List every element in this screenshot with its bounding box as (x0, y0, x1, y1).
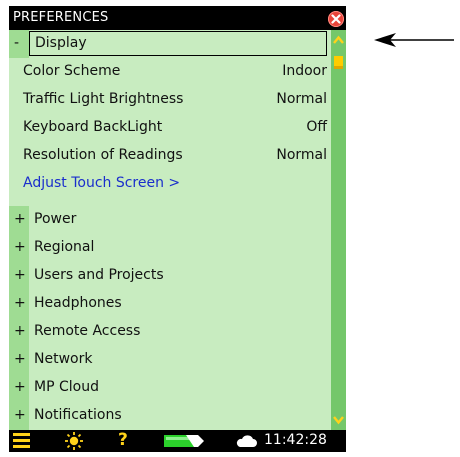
setting-label: Keyboard BackLight (23, 119, 163, 135)
callout-arrow (374, 33, 454, 47)
expand-toggle[interactable]: + (14, 267, 26, 283)
expand-toggle[interactable]: + (14, 351, 26, 367)
setting-label: Traffic Light Brightness (23, 91, 184, 107)
close-icon (331, 14, 341, 24)
setting-keyboard-backlight[interactable]: Keyboard BackLight Off (9, 114, 331, 142)
group-notifications[interactable]: + Notifications (9, 402, 331, 430)
setting-value: Normal (276, 91, 327, 107)
group-label-cloud: MP Cloud (34, 379, 99, 395)
menu-icon[interactable] (13, 433, 30, 449)
setting-value: Indoor (282, 63, 327, 79)
group-label-remote: Remote Access (34, 323, 141, 339)
brightness-icon[interactable] (64, 431, 84, 451)
group-users-and-projects[interactable]: + Users and Projects (9, 262, 331, 290)
scroll-thumb[interactable] (334, 56, 343, 69)
group-toggle-column: + (9, 262, 29, 290)
group-network[interactable]: + Network (9, 346, 331, 374)
group-toggle-column: + (9, 374, 29, 402)
vertical-scrollbar[interactable] (331, 30, 346, 430)
setting-label: Resolution of Readings (23, 147, 183, 163)
group-toggle-column: + (9, 206, 29, 234)
link-label: Adjust Touch Screen > (23, 175, 181, 191)
group-toggle-column: + (9, 402, 29, 430)
title-bar: PREFERENCES (9, 6, 346, 30)
expand-toggle[interactable]: + (14, 379, 26, 395)
group-toggle-column: + (9, 346, 29, 374)
group-label-notifications: Notifications (34, 407, 122, 423)
preferences-list: - Display Color Scheme Indoor Traffic Li… (9, 30, 331, 430)
group-display[interactable]: - Display (9, 30, 331, 58)
scroll-up-icon[interactable] (332, 34, 345, 46)
status-bar: ? 11:42:28 (9, 430, 346, 452)
group-headphones[interactable]: + Headphones (9, 290, 331, 318)
expand-toggle[interactable]: + (14, 239, 26, 255)
setting-value: Normal (276, 147, 327, 163)
clock: 11:42:28 (264, 432, 327, 448)
expand-toggle[interactable]: + (14, 211, 26, 227)
group-toggle-column: - (9, 30, 29, 58)
group-mp-cloud[interactable]: + MP Cloud (9, 374, 331, 402)
expand-toggle[interactable]: + (14, 407, 26, 423)
expand-toggle[interactable]: + (14, 323, 26, 339)
group-label-display: Display (35, 35, 87, 51)
preferences-screen: PREFERENCES - Display Color Scheme Indoo… (9, 6, 346, 452)
group-label-users: Users and Projects (34, 267, 164, 283)
group-label-headphones: Headphones (34, 295, 122, 311)
group-toggle-column: + (9, 318, 29, 346)
group-label-regional: Regional (34, 239, 95, 255)
group-label-power: Power (34, 211, 77, 227)
window-title: PREFERENCES (13, 10, 109, 25)
group-regional[interactable]: + Regional (9, 234, 331, 262)
expand-toggle[interactable]: + (14, 295, 26, 311)
group-remote-access[interactable]: + Remote Access (9, 318, 331, 346)
setting-label: Color Scheme (23, 63, 121, 79)
group-power[interactable]: + Power (9, 206, 331, 234)
setting-value: Off (306, 119, 327, 135)
collapse-toggle[interactable]: - (14, 35, 19, 51)
scroll-down-icon[interactable] (332, 414, 345, 426)
setting-traffic-light-brightness[interactable]: Traffic Light Brightness Normal (9, 86, 331, 114)
group-label-network: Network (34, 351, 93, 367)
help-icon[interactable]: ? (118, 430, 128, 450)
battery-icon (164, 435, 204, 447)
close-button[interactable] (328, 11, 344, 27)
setting-resolution-of-readings[interactable]: Resolution of Readings Normal (9, 142, 331, 170)
group-toggle-column: + (9, 234, 29, 262)
group-toggle-column: + (9, 290, 29, 318)
adjust-touch-screen-link[interactable]: Adjust Touch Screen > (9, 170, 331, 198)
cloud-icon (236, 435, 257, 447)
setting-color-scheme[interactable]: Color Scheme Indoor (9, 58, 331, 86)
